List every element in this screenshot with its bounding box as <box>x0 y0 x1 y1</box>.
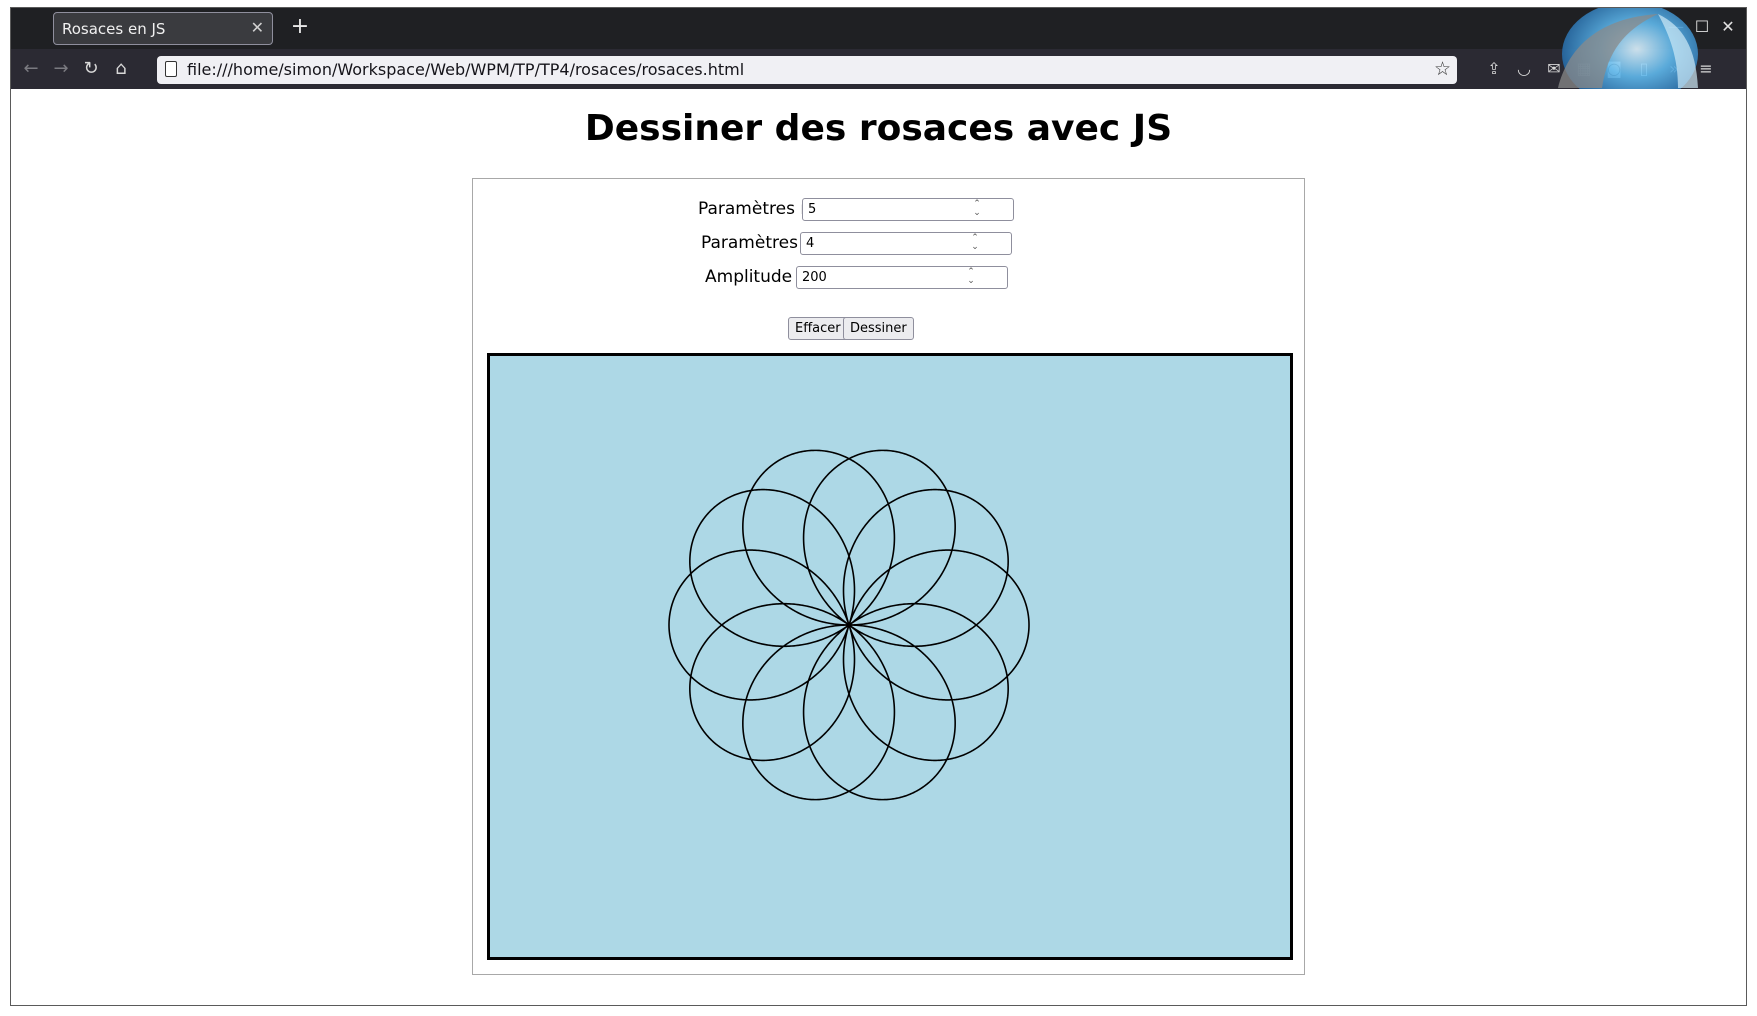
forward-icon[interactable]: → <box>47 56 75 82</box>
browser-window: Rosaces en JS ✕ + — ☐ ✕ ← → ↻ ⌂ file:///… <box>10 7 1747 1006</box>
bookmark-star-icon[interactable]: ☆ <box>1434 58 1451 80</box>
param-n-label: Paramètres n <box>701 233 815 253</box>
tab-rosaces[interactable]: Rosaces en JS ✕ <box>53 12 273 45</box>
draw-button[interactable]: Dessiner <box>843 317 914 340</box>
close-tab-icon[interactable]: ✕ <box>251 18 264 37</box>
minimize-icon[interactable]: — <box>1662 14 1690 40</box>
home-icon[interactable]: ⌂ <box>107 56 135 82</box>
param-n-row: Paramètres n ⌃⌄ <box>473 230 1304 256</box>
back-icon[interactable]: ← <box>17 56 45 82</box>
reader-icon[interactable]: ▯ <box>1630 56 1658 82</box>
url-bar[interactable]: file:///home/simon/Workspace/Web/WPM/TP/… <box>157 56 1457 84</box>
tab-bar: Rosaces en JS ✕ + — ☐ ✕ <box>11 8 1746 49</box>
video-icon[interactable]: ◙ <box>1600 56 1628 82</box>
param-m-row: Paramètres m ⌃⌄ <box>473 196 1304 222</box>
navigation-bar: ← → ↻ ⌂ file:///home/simon/Workspace/Web… <box>11 49 1746 89</box>
menu-icon[interactable]: ≡ <box>1692 56 1720 82</box>
rosace-curve <box>668 449 1030 801</box>
shield-icon[interactable]: ◡ <box>1510 56 1538 82</box>
spinner-a-icon[interactable]: ⌃ ⌄ <box>963 268 979 287</box>
clear-button[interactable]: Effacer <box>788 317 848 340</box>
tab-title: Rosaces en JS <box>62 20 166 38</box>
spinner-m-icon[interactable]: ⌃ ⌄ <box>969 200 985 219</box>
close-window-icon[interactable]: ✕ <box>1714 14 1742 40</box>
rosace-panel: Paramètres m ⌃⌄ Paramètres n ⌃⌄ Amplitud… <box>472 178 1305 975</box>
maximize-icon[interactable]: ☐ <box>1688 14 1716 40</box>
spinner-n-icon[interactable]: ⌃ ⌄ <box>967 234 983 253</box>
new-tab-button[interactable]: + <box>285 12 315 42</box>
overflow-icon[interactable]: » <box>1660 56 1688 82</box>
rosace-drawing <box>668 449 1030 801</box>
url-text[interactable]: file:///home/simon/Workspace/Web/WPM/TP/… <box>187 60 744 79</box>
amplitude-label: Amplitude A <box>705 267 810 287</box>
page-title: Dessiner des rosaces avec JS <box>584 108 1173 149</box>
amplitude-row: Amplitude A ⌃⌄ <box>473 264 1304 290</box>
pocket-icon[interactable]: ⇪ <box>1480 56 1508 82</box>
page-icon <box>165 61 177 77</box>
drawing-canvas[interactable] <box>487 353 1293 960</box>
calendar-icon[interactable]: ▦ <box>1570 56 1598 82</box>
param-m-label: Paramètres m <box>698 199 817 219</box>
reload-icon[interactable]: ↻ <box>77 56 105 82</box>
page-content: Dessiner des rosaces avec JS Paramètres … <box>11 89 1746 1005</box>
mail-icon[interactable]: ✉ <box>1540 56 1568 82</box>
